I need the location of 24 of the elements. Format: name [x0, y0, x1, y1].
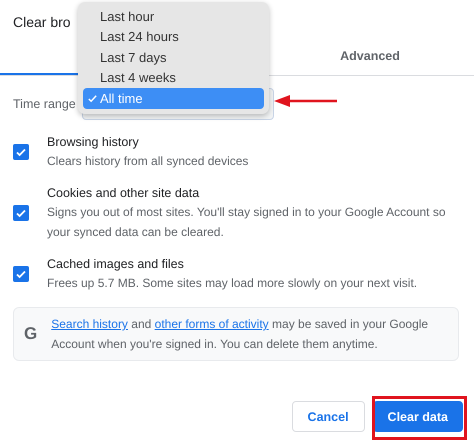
option-title: Cached images and files — [47, 256, 185, 273]
menu-option[interactable]: Last 4 weeks — [83, 68, 264, 88]
menu-option[interactable]: Last hour — [83, 6, 264, 26]
option-description: Signs you out of most sites. You'll stay signed in to your Google Account so your synced data can be cleared. — [47, 204, 447, 241]
notice-text: Search history and other forms of activity may be saved in your Google Account when you're signed in. You can delete them anytime. — [51, 316, 430, 353]
google-icon: G — [24, 324, 38, 344]
cancel-button[interactable]: Cancel — [292, 401, 365, 432]
option-description: Frees up 5.7 MB. Some sites may load more slowly on your next visit. — [47, 275, 418, 292]
option-title: Browsing history — [47, 134, 140, 151]
menu-option[interactable]: Last 24 hours — [83, 26, 264, 47]
dialog-title: Clear bro — [13, 14, 71, 30]
check-icon — [87, 92, 98, 104]
clear-data-button[interactable]: Clear data — [372, 401, 463, 432]
option-description: Clears history from all synced devices — [47, 153, 248, 170]
checkbox[interactable] — [13, 266, 29, 282]
menu-option[interactable]: All time — [83, 88, 264, 108]
time-range-label: Time range — [13, 97, 76, 111]
option-title: Cookies and other site data — [47, 185, 200, 202]
link[interactable]: Search history — [51, 317, 128, 331]
link[interactable]: other forms of activity — [154, 317, 269, 331]
menu-option[interactable]: Last 7 days — [83, 47, 264, 68]
checkbox[interactable] — [13, 144, 29, 160]
tab[interactable]: Advanced — [310, 36, 430, 75]
checkbox[interactable] — [13, 205, 29, 221]
